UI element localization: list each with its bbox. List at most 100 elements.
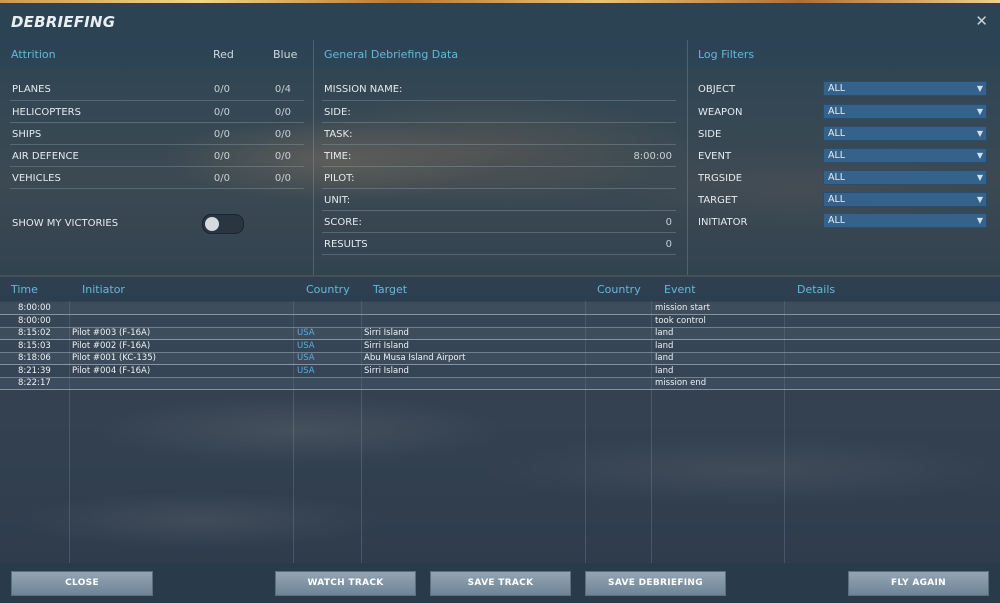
row-divider [10, 166, 304, 167]
attrition-red-column: Red [213, 48, 234, 61]
cell-event: mission start [655, 303, 710, 313]
watch-track-button[interactable]: WATCH TRACK [275, 571, 416, 596]
cell-time: 8:21:39 [18, 366, 51, 376]
header-initiator[interactable]: Initiator [82, 283, 125, 296]
unit-label: UNIT: [324, 195, 351, 206]
close-icon[interactable]: ✕ [975, 12, 988, 30]
title-bar: DEBRIEFING ✕ [0, 3, 1000, 40]
header-target[interactable]: Target [373, 283, 407, 296]
table-header: Time Initiator Country Target Country Ev… [0, 277, 1000, 301]
cell-country: USA [297, 366, 315, 376]
dropdown-value: ALL [828, 215, 846, 226]
cell-initiator: Pilot #004 (F-16A) [72, 366, 151, 376]
header-event[interactable]: Event [664, 283, 696, 296]
header-country[interactable]: Country [306, 283, 350, 296]
row-divider [322, 100, 676, 101]
side-label: SIDE: [324, 107, 351, 118]
event-log-table: Time Initiator Country Target Country Ev… [0, 277, 1000, 563]
cell-initiator: Pilot #003 (F-16A) [72, 328, 151, 338]
attrition-row-label: SHIPS [12, 129, 42, 140]
cell-initiator: Pilot #002 (F-16A) [72, 341, 151, 351]
attrition-blue-value: 0/0 [274, 173, 291, 184]
dropdown-value: ALL [828, 106, 846, 117]
chevron-down-icon: ▼ [976, 216, 983, 225]
attrition-row-label: AIR DEFENCE [12, 151, 79, 162]
filter-target-dropdown[interactable]: ALL ▼ [823, 192, 987, 207]
filter-trgside-dropdown[interactable]: ALL ▼ [823, 170, 987, 185]
log-filters-header: Log Filters [688, 40, 1000, 68]
attrition-red-value: 0/0 [213, 107, 230, 118]
filter-target-label: TARGET [698, 195, 738, 206]
filter-initiator-dropdown[interactable]: ALL ▼ [823, 213, 987, 228]
chevron-down-icon: ▼ [976, 173, 983, 182]
filter-object-label: OBJECT [698, 84, 736, 95]
chevron-down-icon: ▼ [976, 151, 983, 160]
cell-time: 8:00:00 [18, 303, 51, 313]
row-divider [322, 122, 676, 123]
row-divider [10, 122, 304, 123]
cell-event: land [655, 353, 674, 363]
dropdown-value: ALL [828, 150, 846, 161]
row-divider [322, 144, 676, 145]
table-row[interactable]: 8:15:02 Pilot #003 (F-16A) USA Sirri Isl… [0, 327, 1000, 340]
show-victories-toggle[interactable] [202, 214, 244, 234]
attrition-heading: Attrition [11, 48, 56, 61]
task-label: TASK: [324, 129, 353, 140]
attrition-blue-value: 0/0 [274, 107, 291, 118]
header-target-country[interactable]: Country [597, 283, 641, 296]
filter-object-dropdown[interactable]: ALL ▼ [823, 81, 987, 96]
dropdown-value: ALL [828, 83, 846, 94]
row-divider [322, 188, 676, 189]
save-debriefing-button[interactable]: SAVE DEBRIEFING [585, 571, 726, 596]
cell-target: Abu Musa Island Airport [364, 353, 466, 363]
general-data-panel: General Debriefing Data MISSION NAME: SI… [314, 40, 688, 275]
attrition-row-label: PLANES [12, 84, 51, 95]
time-label: TIME: [324, 151, 352, 162]
chevron-down-icon: ▼ [976, 84, 983, 93]
results-value: 0 [665, 239, 672, 250]
attrition-row-label: VEHICLES [12, 173, 61, 184]
dropdown-value: ALL [828, 194, 846, 205]
general-data-header: General Debriefing Data [314, 40, 687, 68]
filter-trgside-label: TRGSIDE [698, 173, 743, 184]
attrition-red-value: 0/0 [213, 84, 230, 95]
attrition-row-label: HELICOPTERS [12, 107, 81, 118]
time-value: 8:00:00 [633, 151, 672, 162]
mission-name-label: MISSION NAME: [324, 84, 403, 95]
show-victories-label: SHOW MY VICTORIES [12, 218, 119, 229]
chevron-down-icon: ▼ [976, 195, 983, 204]
cell-event: mission end [655, 378, 707, 388]
filter-event-dropdown[interactable]: ALL ▼ [823, 148, 987, 163]
cell-event: land [655, 341, 674, 351]
header-time[interactable]: Time [11, 283, 38, 296]
cell-time: 8:18:06 [18, 353, 51, 363]
attrition-blue-value: 0/0 [274, 129, 291, 140]
header-details[interactable]: Details [797, 283, 835, 296]
attrition-header: Attrition Red Blue [0, 40, 313, 68]
close-button[interactable]: CLOSE [11, 571, 153, 596]
filter-weapon-dropdown[interactable]: ALL ▼ [823, 104, 987, 119]
filter-side-dropdown[interactable]: ALL ▼ [823, 126, 987, 141]
fly-again-button[interactable]: FLY AGAIN [848, 571, 989, 596]
dropdown-value: ALL [828, 172, 846, 183]
row-divider [322, 210, 676, 211]
row-divider [322, 254, 676, 255]
cell-time: 8:15:03 [18, 341, 51, 351]
cell-country: USA [297, 341, 315, 351]
table-row[interactable]: 8:00:00 mission start [0, 302, 1000, 315]
cell-time: 8:00:00 [18, 316, 51, 326]
table-row[interactable]: 8:22:17 mission end [0, 377, 1000, 390]
attrition-panel: Attrition Red Blue PLANES 0/0 0/4 HELICO… [0, 40, 314, 275]
cell-time: 8:15:02 [18, 328, 51, 338]
chevron-down-icon: ▼ [976, 129, 983, 138]
cell-target: Sirri Island [364, 328, 409, 338]
toggle-knob [205, 217, 219, 231]
filter-initiator-label: INITIATOR [698, 217, 748, 228]
dropdown-value: ALL [828, 128, 846, 139]
table-row[interactable]: 8:18:06 Pilot #001 (KC-135) USA Abu Musa… [0, 352, 1000, 365]
row-divider [10, 100, 304, 101]
save-track-button[interactable]: SAVE TRACK [430, 571, 571, 596]
filter-side-label: SIDE [698, 129, 722, 140]
filter-event-label: EVENT [698, 151, 732, 162]
attrition-red-value: 0/0 [213, 173, 230, 184]
